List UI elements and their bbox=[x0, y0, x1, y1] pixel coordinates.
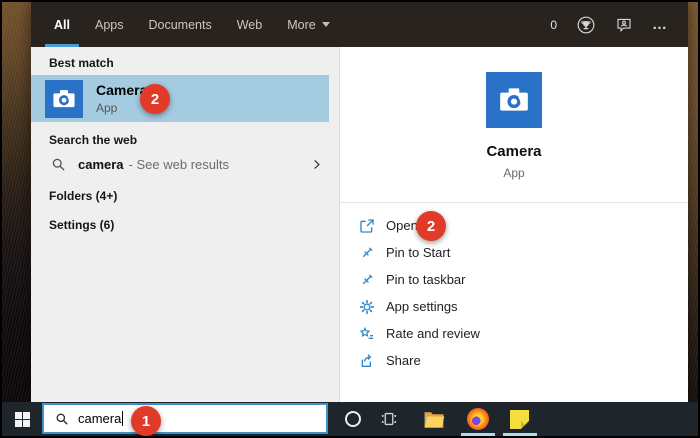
search-results-area: Best match Camera App bbox=[31, 47, 688, 402]
sticky-notes-icon[interactable] bbox=[510, 410, 529, 429]
search-icon bbox=[51, 157, 66, 172]
folders-group-header[interactable]: Folders (4+) bbox=[31, 189, 339, 203]
tab-apps-label: Apps bbox=[95, 18, 124, 32]
action-app-settings[interactable]: App settings bbox=[340, 293, 688, 320]
tab-web-label: Web bbox=[237, 18, 262, 32]
taskbar: camera bbox=[2, 402, 698, 436]
gear-icon bbox=[359, 299, 375, 315]
annotation-badge-2: 2 bbox=[140, 84, 170, 114]
web-search-result[interactable]: camera - See web results bbox=[31, 150, 339, 178]
rewards-points: 0 bbox=[550, 18, 557, 32]
open-icon bbox=[359, 218, 375, 234]
tab-all-label: All bbox=[54, 18, 70, 32]
detail-panel: Camera App Open Pin bbox=[339, 47, 688, 402]
action-pin-to-start[interactable]: Pin to Start bbox=[340, 239, 688, 266]
results-panel: Best match Camera App bbox=[31, 47, 339, 402]
desktop-wallpaper-left bbox=[2, 2, 31, 402]
search-icon bbox=[55, 412, 69, 426]
settings-group-header[interactable]: Settings (6) bbox=[31, 218, 339, 232]
action-open-label: Open bbox=[386, 218, 418, 233]
web-query-text: camera bbox=[78, 157, 124, 172]
cortana-icon[interactable] bbox=[345, 411, 361, 427]
running-indicator-sticky-notes bbox=[503, 433, 537, 436]
firefox-icon[interactable] bbox=[467, 408, 489, 430]
detail-app-name: Camera bbox=[340, 143, 688, 160]
header-right-icons: 0 … bbox=[550, 2, 688, 47]
best-match-header: Best match bbox=[31, 56, 339, 70]
tab-apps[interactable]: Apps bbox=[95, 2, 124, 47]
tab-web[interactable]: Web bbox=[237, 2, 262, 47]
action-share-label: Share bbox=[386, 353, 421, 368]
windows-search-screenshot: All Apps Documents Web More 0 bbox=[0, 0, 700, 438]
action-rate-and-review[interactable]: Rate and review bbox=[340, 320, 688, 347]
more-options-icon[interactable]: … bbox=[652, 20, 668, 30]
tab-more-label: More bbox=[287, 18, 315, 32]
chevron-right-icon[interactable] bbox=[310, 158, 323, 171]
task-view-icon[interactable] bbox=[379, 409, 399, 429]
camera-app-icon-large bbox=[486, 72, 542, 128]
tab-documents[interactable]: Documents bbox=[148, 2, 211, 47]
share-icon bbox=[359, 353, 375, 369]
start-button[interactable] bbox=[15, 412, 30, 427]
pin-icon bbox=[359, 245, 375, 261]
tab-all[interactable]: All bbox=[54, 2, 70, 47]
annotation-badge-1: 1 bbox=[131, 406, 161, 436]
desktop-wallpaper-right bbox=[688, 2, 698, 402]
action-open[interactable]: Open bbox=[340, 212, 688, 239]
text-cursor bbox=[122, 411, 123, 426]
action-pin-taskbar-label: Pin to taskbar bbox=[386, 272, 466, 287]
action-rate-review-label: Rate and review bbox=[386, 326, 480, 341]
file-explorer-icon[interactable] bbox=[423, 410, 445, 428]
app-actions-list: Open Pin to Start Pin to taskbar bbox=[340, 203, 688, 374]
running-indicator-firefox bbox=[461, 433, 495, 436]
search-flyout: All Apps Documents Web More 0 bbox=[31, 2, 688, 402]
web-suffix-text: - See web results bbox=[129, 157, 229, 172]
chevron-down-icon bbox=[322, 22, 330, 27]
pin-icon bbox=[359, 272, 375, 288]
action-pin-start-label: Pin to Start bbox=[386, 245, 450, 260]
search-filter-tabs: All Apps Documents Web More bbox=[31, 2, 330, 47]
windows-logo-icon bbox=[15, 412, 22, 419]
search-header: All Apps Documents Web More 0 bbox=[31, 2, 688, 47]
rewards-trophy-icon[interactable] bbox=[576, 15, 596, 35]
detail-app-type: App bbox=[340, 166, 688, 180]
best-match-result-camera[interactable]: Camera App bbox=[31, 75, 329, 122]
action-share[interactable]: Share bbox=[340, 347, 688, 374]
active-tab-underline bbox=[45, 44, 79, 47]
tab-more[interactable]: More bbox=[287, 2, 329, 47]
action-app-settings-label: App settings bbox=[386, 299, 458, 314]
taskbar-search-input[interactable]: camera bbox=[42, 403, 328, 434]
taskbar-search-value: camera bbox=[78, 411, 121, 426]
rate-icon bbox=[359, 326, 375, 342]
search-the-web-header: Search the web bbox=[31, 133, 339, 147]
camera-app-icon bbox=[45, 80, 83, 118]
action-pin-to-taskbar[interactable]: Pin to taskbar bbox=[340, 266, 688, 293]
tab-documents-label: Documents bbox=[148, 18, 211, 32]
annotation-badge-2: 2 bbox=[416, 211, 446, 241]
feedback-icon[interactable] bbox=[615, 16, 633, 34]
